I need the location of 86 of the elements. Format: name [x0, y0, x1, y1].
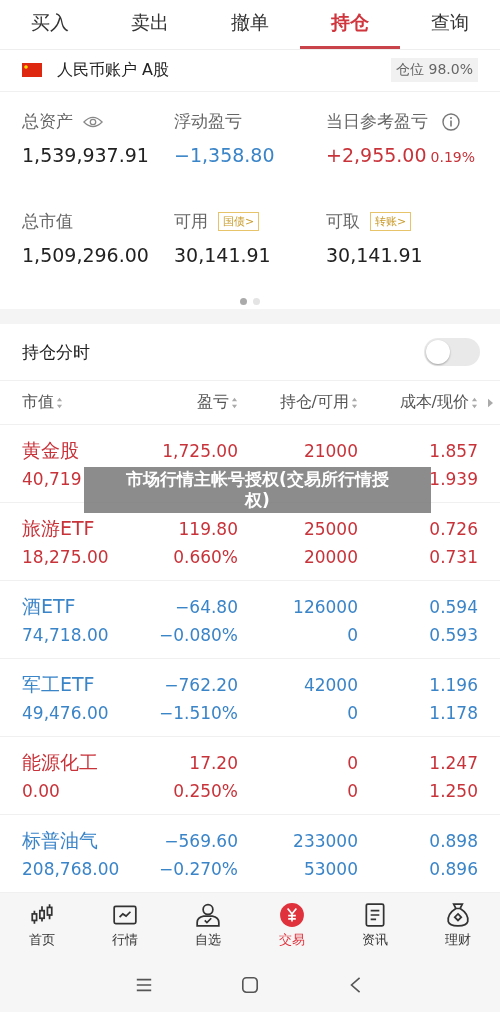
stock-name[interactable]: 军工ETF	[22, 673, 95, 696]
available: 53000	[303, 859, 358, 880]
holding: 21000	[303, 441, 358, 462]
summary-label: 当日参考盈亏	[326, 110, 428, 134]
profit-loss: 17.20	[189, 753, 238, 774]
current-price: 1.178	[429, 703, 478, 724]
summary-percent: 0.19%	[430, 148, 475, 165]
nav-item[interactable]: 自选	[166, 893, 250, 958]
summary-value: 30,141.91	[326, 243, 423, 266]
profit-percent: 0.250%	[173, 781, 238, 802]
summary-value: 30,141.91	[174, 243, 271, 266]
user-check-icon	[195, 901, 222, 928]
summary-label: 浮动盈亏	[174, 110, 242, 134]
current-price: 0.896	[429, 859, 478, 880]
current-price: 0.593	[429, 625, 478, 646]
cost-price: 1.196	[429, 675, 478, 696]
holding: 233000	[293, 831, 358, 852]
market-value: 74,718.00	[22, 625, 109, 646]
profit-loss: −569.60	[164, 831, 238, 852]
cost-price: 0.726	[429, 519, 478, 540]
holding: 25000	[303, 519, 358, 540]
holding: 0	[347, 753, 358, 774]
summary-label: 可用	[174, 210, 208, 234]
summary-value: −1,358.80	[174, 143, 275, 166]
column-header[interactable]: 市值	[22, 392, 54, 414]
current-price: 1.939	[429, 469, 478, 490]
eye-icon[interactable]	[83, 114, 103, 129]
home-icon[interactable]	[241, 975, 259, 994]
column-header[interactable]: 持仓/可用	[279, 392, 349, 414]
yen-coin-icon	[278, 901, 305, 928]
summary-value: 1,539,937.91	[22, 143, 149, 166]
profit-percent: 0.660%	[173, 547, 238, 568]
stock-name[interactable]: 标普油气	[22, 829, 98, 852]
cost-price: 1.247	[429, 753, 478, 774]
summary-value: +2,955.00	[326, 143, 427, 166]
scroll-arrow-icon[interactable]	[487, 397, 494, 408]
nav-item[interactable]: 首页	[0, 893, 84, 958]
money-bag-icon	[445, 901, 472, 928]
stock-name[interactable]: 能源化工	[22, 751, 98, 774]
cost-price: 1.857	[429, 441, 478, 462]
cost-price: 0.898	[429, 831, 478, 852]
holding: 42000	[303, 675, 358, 696]
available: 0	[347, 625, 358, 646]
market-value: 0.00	[22, 781, 60, 802]
summary-label: 总市值	[22, 210, 73, 234]
profit-loss: −762.20	[164, 675, 238, 696]
available: 0	[347, 781, 358, 802]
nav-item[interactable]: 交易	[250, 893, 334, 958]
nav-item[interactable]: 理财	[416, 893, 500, 958]
info-icon[interactable]	[442, 112, 460, 131]
sort-icon[interactable]	[471, 396, 478, 409]
stock-name[interactable]: 酒ETF	[22, 595, 76, 618]
column-header[interactable]: 盈亏	[197, 392, 229, 414]
account-name: 人民币账户 A股	[57, 59, 171, 81]
available: 0	[347, 703, 358, 724]
nav-item[interactable]: 资讯	[333, 893, 417, 958]
column-header[interactable]: 成本/现价	[399, 392, 469, 414]
flag-icon	[22, 63, 42, 78]
sort-icon[interactable]	[56, 396, 63, 409]
current-price: 1.250	[429, 781, 478, 802]
cost-price: 0.594	[429, 597, 478, 618]
profit-loss: 1,725.00	[162, 441, 238, 462]
summary-label: 可取	[326, 210, 360, 234]
summary-label: 总资产	[22, 110, 73, 134]
stock-name[interactable]: 旅游ETF	[22, 517, 95, 540]
sort-icon[interactable]	[351, 396, 358, 409]
available: 20000	[303, 547, 358, 568]
market-value: 208,768.00	[22, 859, 120, 880]
toast-message: 市场行情主帐号授权(交易所行情授权)	[84, 467, 431, 514]
section-title: 持仓分时	[22, 340, 90, 364]
profit-percent: −1.510%	[158, 703, 238, 724]
summary-value: 1,509,296.00	[22, 243, 149, 266]
toggle-switch[interactable]	[424, 338, 480, 367]
nav-item[interactable]: 行情	[83, 893, 167, 958]
market-value: 40,719	[22, 469, 82, 490]
profit-percent: −0.080%	[158, 625, 238, 646]
current-price: 0.731	[429, 547, 478, 568]
holding: 126000	[293, 597, 358, 618]
market-value: 18,275.00	[22, 547, 109, 568]
stock-name[interactable]: 黄金股	[22, 439, 79, 462]
market-value: 49,476.00	[22, 703, 109, 724]
profit-percent: −0.270%	[158, 859, 238, 880]
profit-loss: 119.80	[178, 519, 238, 540]
sort-icon[interactable]	[231, 396, 238, 409]
position-ratio: 仓位 98.0%	[391, 58, 478, 83]
profit-loss: −64.80	[175, 597, 238, 618]
